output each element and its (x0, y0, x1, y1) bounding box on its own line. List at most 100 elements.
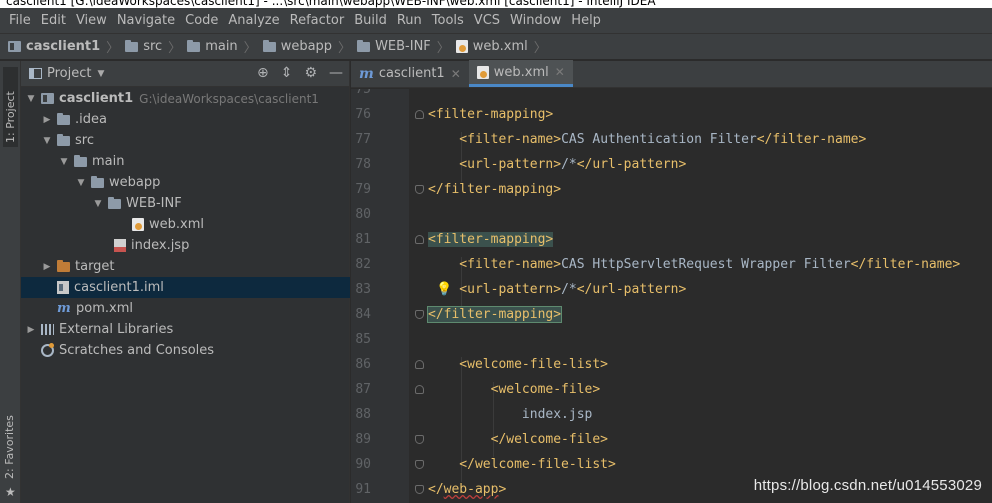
excluded-folder-icon (57, 259, 70, 272)
tree-item-label: target (75, 259, 115, 274)
breadcrumb-item-webapp[interactable]: webapp (262, 39, 332, 54)
tree-item-label: src (75, 133, 94, 148)
fold-toggle-icon[interactable] (415, 460, 424, 469)
tab-label: casclient1 (378, 66, 445, 81)
chevron-down-icon[interactable]: ▼ (58, 157, 70, 167)
menu-build[interactable]: Build (349, 13, 392, 28)
code-line: 75 (351, 89, 992, 102)
menu-bar: File Edit View Navigate Code Analyze Ref… (0, 8, 992, 33)
tool-window-tab-label: 2: Favorites (3, 415, 16, 479)
line-number: 80 (355, 207, 371, 222)
project-panel-title[interactable]: Project (47, 66, 91, 81)
tree-item-scratches[interactable]: Scratches and Consoles (21, 340, 350, 361)
menu-code[interactable]: Code (180, 13, 223, 28)
breadcrumb-separator-icon: 〉 (168, 41, 182, 56)
close-icon[interactable]: ✕ (555, 65, 565, 79)
chevron-right-icon[interactable]: ▶ (25, 325, 37, 335)
fold-toggle-icon[interactable] (415, 310, 424, 319)
tree-item-main[interactable]: ▼ main (21, 151, 350, 172)
tree-item-web-inf[interactable]: ▼ WEB-INF (21, 193, 350, 214)
folder-icon (357, 39, 371, 52)
tree-item-pom-xml[interactable]: m pom.xml (21, 298, 350, 319)
tree-item-label: casclient1.iml (74, 280, 164, 295)
tree-item-webapp[interactable]: ▼ webapp (21, 172, 350, 193)
editor: m casclient1 ✕ web.xml ✕ 75 76 <filter-m… (351, 60, 992, 503)
chevron-down-icon[interactable]: ▼ (41, 136, 53, 146)
tool-window-tab-project[interactable]: 1: Project (3, 67, 18, 147)
menu-file[interactable]: File (4, 13, 36, 28)
tree-item-src[interactable]: ▼ src (21, 130, 350, 151)
menu-edit[interactable]: Edit (36, 13, 71, 28)
line-number: 84 (355, 307, 371, 322)
menu-run[interactable]: Run (392, 13, 427, 28)
menu-refactor[interactable]: Refactor (285, 13, 350, 28)
breadcrumb-item-web-xml[interactable]: web.xml (455, 39, 528, 54)
menu-navigate[interactable]: Navigate (112, 13, 180, 28)
folder-icon (57, 112, 70, 125)
tree-item-casclient1-iml[interactable]: casclient1.iml (21, 277, 350, 298)
tree-item-external-libraries[interactable]: ▶ External Libraries (21, 319, 350, 340)
maven-file-icon: m (359, 65, 374, 82)
fold-toggle-icon[interactable] (415, 110, 424, 119)
code-text: <welcome-file> (428, 382, 601, 397)
tree-item-web-xml[interactable]: web.xml (21, 214, 350, 235)
menu-tools[interactable]: Tools (427, 13, 469, 28)
maven-file-icon: m (57, 301, 71, 316)
star-icon: ★ (5, 485, 16, 499)
line-number: 91 (355, 482, 371, 497)
chevron-right-icon[interactable]: ▶ (41, 262, 53, 272)
breadcrumb-item-project[interactable]: casclient1 (8, 39, 100, 54)
code-text: <filter-mapping> (428, 232, 554, 247)
chevron-right-icon[interactable]: ▶ (41, 115, 53, 125)
tab-casclient1[interactable]: m casclient1 ✕ (351, 60, 469, 87)
breadcrumb-item-main[interactable]: main (187, 39, 238, 54)
fold-toggle-icon[interactable] (415, 360, 424, 369)
collapse-all-icon[interactable]: ⇕ (281, 65, 293, 81)
fold-toggle-icon[interactable] (415, 435, 424, 444)
code-line: 81 <filter-mapping> (351, 227, 992, 252)
menu-help[interactable]: Help (566, 13, 606, 28)
menu-window[interactable]: Window (505, 13, 566, 28)
code-line: 83 💡 <url-pattern>/*</url-pattern> (351, 277, 992, 302)
chevron-down-icon[interactable]: ▼ (25, 94, 37, 104)
tab-web-xml[interactable]: web.xml ✕ (468, 60, 573, 87)
hide-panel-icon[interactable]: — (329, 65, 343, 81)
code-text: <welcome-file-list> (428, 357, 609, 372)
tree-item-casclient1[interactable]: ▼ casclient1 G:\ideaWorkspaces\casclient… (21, 88, 350, 109)
tree-item-idea[interactable]: ▶ .idea (21, 109, 350, 130)
tree-item-index-jsp[interactable]: index.jsp (21, 235, 350, 256)
fold-toggle-icon[interactable] (415, 485, 424, 494)
chevron-down-icon[interactable]: ▼ (97, 69, 104, 79)
tree-item-label: main (92, 154, 125, 169)
menu-analyze[interactable]: Analyze (223, 13, 284, 28)
menu-vcs[interactable]: VCS (469, 13, 505, 28)
code-line: 78 <url-pattern>/*</url-pattern> (351, 152, 992, 177)
close-icon[interactable]: ✕ (451, 67, 461, 81)
tool-window-tab-label: 1: Project (4, 91, 17, 143)
window-titlebar: casclient1 [G:\ideaWorkspaces\casclient1… (0, 0, 992, 8)
project-panel-header: Project ▼ ⊕ ⇕ ⚙ — (21, 61, 349, 87)
window-title: casclient1 [G:\ideaWorkspaces\casclient1… (6, 0, 656, 8)
tool-window-tab-favorites[interactable]: 2: Favorites (3, 409, 16, 479)
gear-icon[interactable]: ⚙ (304, 65, 317, 81)
code-line: 76 <filter-mapping> (351, 102, 992, 127)
menu-view[interactable]: View (71, 13, 112, 28)
code-line: 85 (351, 327, 992, 352)
locate-file-icon[interactable]: ⊕ (257, 65, 269, 81)
code-line: 80 (351, 202, 992, 227)
chevron-down-icon[interactable]: ▼ (75, 178, 87, 188)
chevron-down-icon[interactable]: ▼ (92, 199, 104, 209)
fold-toggle-icon[interactable] (415, 185, 424, 194)
code-line: 89 </welcome-file> (351, 427, 992, 452)
breadcrumb-item-src[interactable]: src (125, 39, 162, 54)
code-text: <filter-name>CAS Authentication Filter</… (428, 132, 867, 147)
folder-icon (108, 196, 121, 209)
tree-item-target[interactable]: ▶ target (21, 256, 350, 277)
code-text: </web-app> (428, 482, 507, 497)
fold-toggle-icon[interactable] (415, 235, 424, 244)
watermark-text: https://blog.csdn.net/u014553029 (753, 477, 982, 494)
fold-toggle-icon[interactable] (415, 385, 424, 394)
breadcrumb-item-web-inf[interactable]: WEB-INF (357, 39, 431, 54)
breadcrumb-label: casclient1 (26, 39, 101, 54)
code-area[interactable]: 75 76 <filter-mapping> 77 <filter-name>C… (351, 89, 992, 503)
